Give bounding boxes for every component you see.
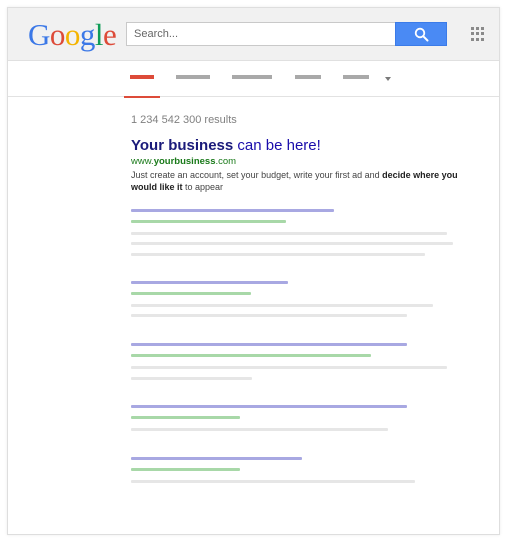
tab-2[interactable] bbox=[176, 62, 210, 97]
ad-url[interactable]: www.yourbusiness.com bbox=[131, 156, 471, 168]
result-title-placeholder[interactable] bbox=[131, 209, 334, 212]
tab-label-placeholder bbox=[343, 75, 369, 79]
result-snippet-placeholder bbox=[131, 314, 407, 317]
tab-all-label-placeholder bbox=[130, 75, 154, 79]
tab-3[interactable] bbox=[232, 62, 272, 97]
google-logo[interactable]: Google bbox=[28, 17, 117, 52]
logo-letter: o bbox=[49, 17, 66, 52]
magnifier-icon bbox=[414, 27, 429, 42]
ad-title-link[interactable]: Your business can be here! bbox=[131, 137, 471, 155]
header-bar: Google bbox=[8, 8, 499, 61]
logo-letter: l bbox=[94, 17, 104, 52]
search-button[interactable] bbox=[395, 22, 447, 46]
result-snippet-placeholder bbox=[131, 304, 433, 307]
result-url-placeholder bbox=[131, 468, 240, 471]
active-tab-underline bbox=[124, 96, 160, 98]
result-title-placeholder[interactable] bbox=[131, 343, 407, 346]
logo-letter: e bbox=[103, 17, 117, 52]
result-url-placeholder bbox=[131, 292, 251, 295]
ad-url-prefix: www. bbox=[131, 156, 154, 167]
result-url-placeholder bbox=[131, 220, 286, 223]
result-snippet-placeholder bbox=[131, 480, 415, 483]
logo-letter: G bbox=[28, 17, 50, 52]
tab-4[interactable] bbox=[295, 62, 321, 97]
tab-label-placeholder bbox=[176, 75, 210, 79]
result-snippet-placeholder bbox=[131, 242, 453, 245]
ad-title-bold: Your business bbox=[131, 137, 234, 154]
chevron-down-icon[interactable] bbox=[385, 77, 391, 81]
ad-title-rest: can be here! bbox=[233, 137, 321, 154]
ad-desc-part2: to appear bbox=[182, 182, 224, 192]
ad-desc-part1: Just create an account, set your budget,… bbox=[131, 170, 383, 180]
logo-letter: o bbox=[64, 17, 81, 52]
ad-description: Just create an account, set your budget,… bbox=[131, 169, 471, 193]
apps-grid-icon[interactable] bbox=[471, 27, 485, 41]
browser-frame: Google Search... 1 234 542 300 results Y… bbox=[7, 7, 500, 535]
result-snippet-placeholder bbox=[131, 377, 252, 380]
logo-letter: g bbox=[79, 17, 96, 52]
result-snippet-placeholder bbox=[131, 232, 447, 235]
tab-label-placeholder bbox=[232, 75, 272, 79]
ad-url-domain: yourbusiness bbox=[153, 156, 216, 167]
result-url-placeholder bbox=[131, 416, 240, 419]
result-snippet-placeholder bbox=[131, 428, 388, 431]
search-tabs bbox=[8, 62, 499, 98]
result-url-placeholder bbox=[131, 354, 371, 357]
ad-result: Your business can be here! www.yourbusin… bbox=[131, 137, 471, 193]
ad-url-suffix: .com bbox=[215, 156, 237, 167]
tab-all[interactable] bbox=[124, 62, 160, 98]
result-snippet-placeholder bbox=[131, 253, 425, 256]
tab-5[interactable] bbox=[343, 62, 369, 97]
search-box bbox=[126, 22, 447, 46]
result-title-placeholder[interactable] bbox=[131, 405, 407, 408]
results-count: 1 234 542 300 results bbox=[131, 114, 237, 126]
tab-label-placeholder bbox=[295, 75, 321, 79]
search-input[interactable] bbox=[126, 22, 396, 46]
result-snippet-placeholder bbox=[131, 366, 447, 369]
result-title-placeholder[interactable] bbox=[131, 457, 302, 460]
result-title-placeholder[interactable] bbox=[131, 281, 288, 284]
